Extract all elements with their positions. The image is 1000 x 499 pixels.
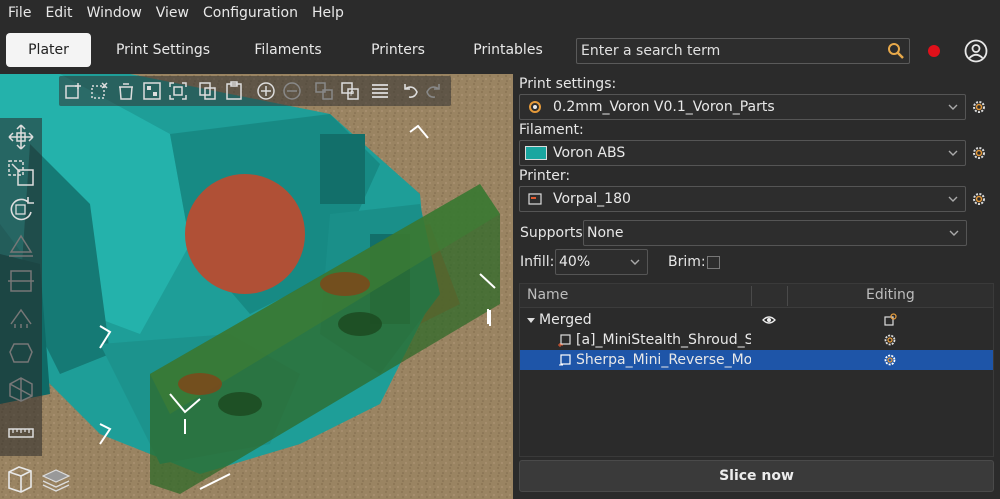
place-on-face-icon[interactable] [6, 230, 36, 260]
svg-text:P: P [350, 90, 354, 98]
printer-profile-value: Vorpal_180 [553, 191, 631, 207]
object-name: Merged [539, 312, 592, 328]
print-profile-select[interactable]: 0.2mm_Voron V0.1_Voron_Parts [519, 94, 966, 120]
column-divider [787, 286, 788, 306]
print-settings-label: Print settings: [519, 76, 617, 92]
cut-icon[interactable] [6, 266, 36, 296]
seam-painting-icon[interactable] [6, 338, 36, 368]
printer-label: Printer: [519, 168, 571, 184]
search-icon[interactable] [887, 42, 905, 60]
move-icon[interactable] [6, 122, 36, 152]
copy-icon[interactable] [197, 80, 219, 102]
list-item-selected[interactable]: Sherpa_Mini_Reverse_Mour [520, 350, 993, 370]
gear-icon[interactable] [883, 333, 897, 347]
menu-configuration[interactable]: Configuration [196, 0, 305, 26]
menu-window[interactable]: Window [80, 0, 149, 26]
layers-editing-icon[interactable] [369, 80, 391, 102]
delete-icon[interactable] [89, 80, 111, 102]
infill-label: Infill: [520, 254, 555, 270]
plater-top-toolbar: P [59, 76, 451, 106]
column-editing-header[interactable]: Editing [866, 284, 915, 307]
redo-icon[interactable] [423, 80, 445, 102]
chevron-down-icon [948, 150, 958, 156]
user-account-icon[interactable] [964, 39, 988, 63]
filament-label: Filament: [519, 122, 584, 138]
part-icon [558, 334, 571, 347]
3d-scene[interactable] [0, 74, 513, 499]
add-object-icon[interactable] [63, 80, 85, 102]
gizmo-toolbar [0, 118, 42, 456]
3d-viewport[interactable]: P [0, 74, 513, 499]
filament-profile-value: Voron ABS [553, 145, 626, 161]
split-objects-icon[interactable] [313, 80, 335, 102]
chevron-down-icon [948, 196, 958, 202]
chevron-down-icon [948, 104, 958, 110]
menu-help[interactable]: Help [305, 0, 351, 26]
brim-label: Brim: [668, 254, 706, 270]
chevron-down-icon [630, 259, 640, 265]
gear-icon[interactable] [971, 191, 987, 207]
3d-view-icon[interactable] [3, 462, 37, 496]
scale-icon[interactable] [6, 158, 36, 188]
delete-all-icon[interactable] [115, 80, 137, 102]
gear-icon[interactable] [971, 99, 987, 115]
part-name: [a]_MiniStealth_Shroud_She [576, 332, 751, 348]
print-profile-value: 0.2mm_Voron V0.1_Voron_Parts [553, 99, 775, 115]
column-name-header[interactable]: Name [527, 284, 568, 307]
mmu-segmentation-icon[interactable] [6, 374, 36, 404]
undo-icon[interactable] [399, 80, 421, 102]
supports-label: Supports: [520, 225, 588, 241]
tab-filaments[interactable]: Filaments [240, 33, 336, 67]
part-icon [559, 354, 571, 366]
list-item[interactable]: Merged [520, 310, 993, 330]
list-item[interactable]: [a]_MiniStealth_Shroud_She [520, 330, 993, 350]
object-list-header: Name Editing [520, 284, 993, 308]
gear-icon[interactable] [971, 145, 987, 161]
preview-layers-icon[interactable] [39, 462, 73, 496]
menu-view[interactable]: View [149, 0, 196, 26]
expand-arrow-icon[interactable] [524, 313, 538, 327]
column-divider [751, 286, 752, 306]
filament-color-swatch [525, 146, 547, 160]
remove-instance-icon[interactable] [281, 80, 303, 102]
edit-object-icon[interactable] [883, 313, 897, 327]
arrange-icon[interactable] [141, 80, 163, 102]
unsaved-indicator-icon [928, 45, 940, 57]
printer-profile-select[interactable]: Vorpal_180 [519, 186, 966, 212]
gear-icon[interactable] [883, 353, 897, 367]
menu-edit[interactable]: Edit [38, 0, 79, 26]
chevron-down-icon [949, 230, 959, 236]
visibility-eye-icon[interactable] [762, 313, 776, 327]
object-list: Name Editing Merged [a]_MiniStealth_Shro… [519, 283, 994, 457]
paint-supports-icon[interactable] [6, 302, 36, 332]
tab-bar: Plater Print Settings Filaments Printers… [0, 26, 1000, 74]
measure-icon[interactable] [6, 418, 36, 448]
tab-printables[interactable]: Printables [460, 33, 556, 67]
sidebar-panel: Print settings: 0.2mm_Voron V0.1_Voron_P… [513, 74, 1000, 499]
view-mode-buttons [0, 460, 78, 499]
printer-icon [528, 193, 542, 205]
slice-now-button[interactable]: Slice now [519, 460, 994, 492]
menu-file[interactable]: File [0, 0, 38, 26]
tab-print-settings[interactable]: Print Settings [104, 33, 222, 67]
menu-bar: File Edit Window View Configuration Help [0, 0, 1000, 26]
paste-icon[interactable] [223, 80, 245, 102]
split-parts-icon[interactable]: P [339, 80, 361, 102]
filament-profile-select[interactable]: Voron ABS [519, 140, 966, 166]
brim-checkbox[interactable] [707, 256, 720, 269]
arrange-selection-icon[interactable] [167, 80, 189, 102]
system-preset-icon [529, 101, 541, 113]
supports-select[interactable]: None [583, 220, 967, 246]
search-input[interactable]: Enter a search term [576, 38, 910, 64]
infill-value: 40% [559, 254, 591, 270]
rotate-icon[interactable] [6, 194, 36, 224]
tab-plater[interactable]: Plater [6, 33, 91, 67]
infill-select[interactable]: 40% [555, 249, 648, 275]
tab-printers[interactable]: Printers [356, 33, 440, 67]
supports-value: None [587, 225, 624, 241]
add-instance-icon[interactable] [255, 80, 277, 102]
search-placeholder: Enter a search term [581, 43, 721, 59]
part-name: Sherpa_Mini_Reverse_Mour [576, 352, 751, 368]
